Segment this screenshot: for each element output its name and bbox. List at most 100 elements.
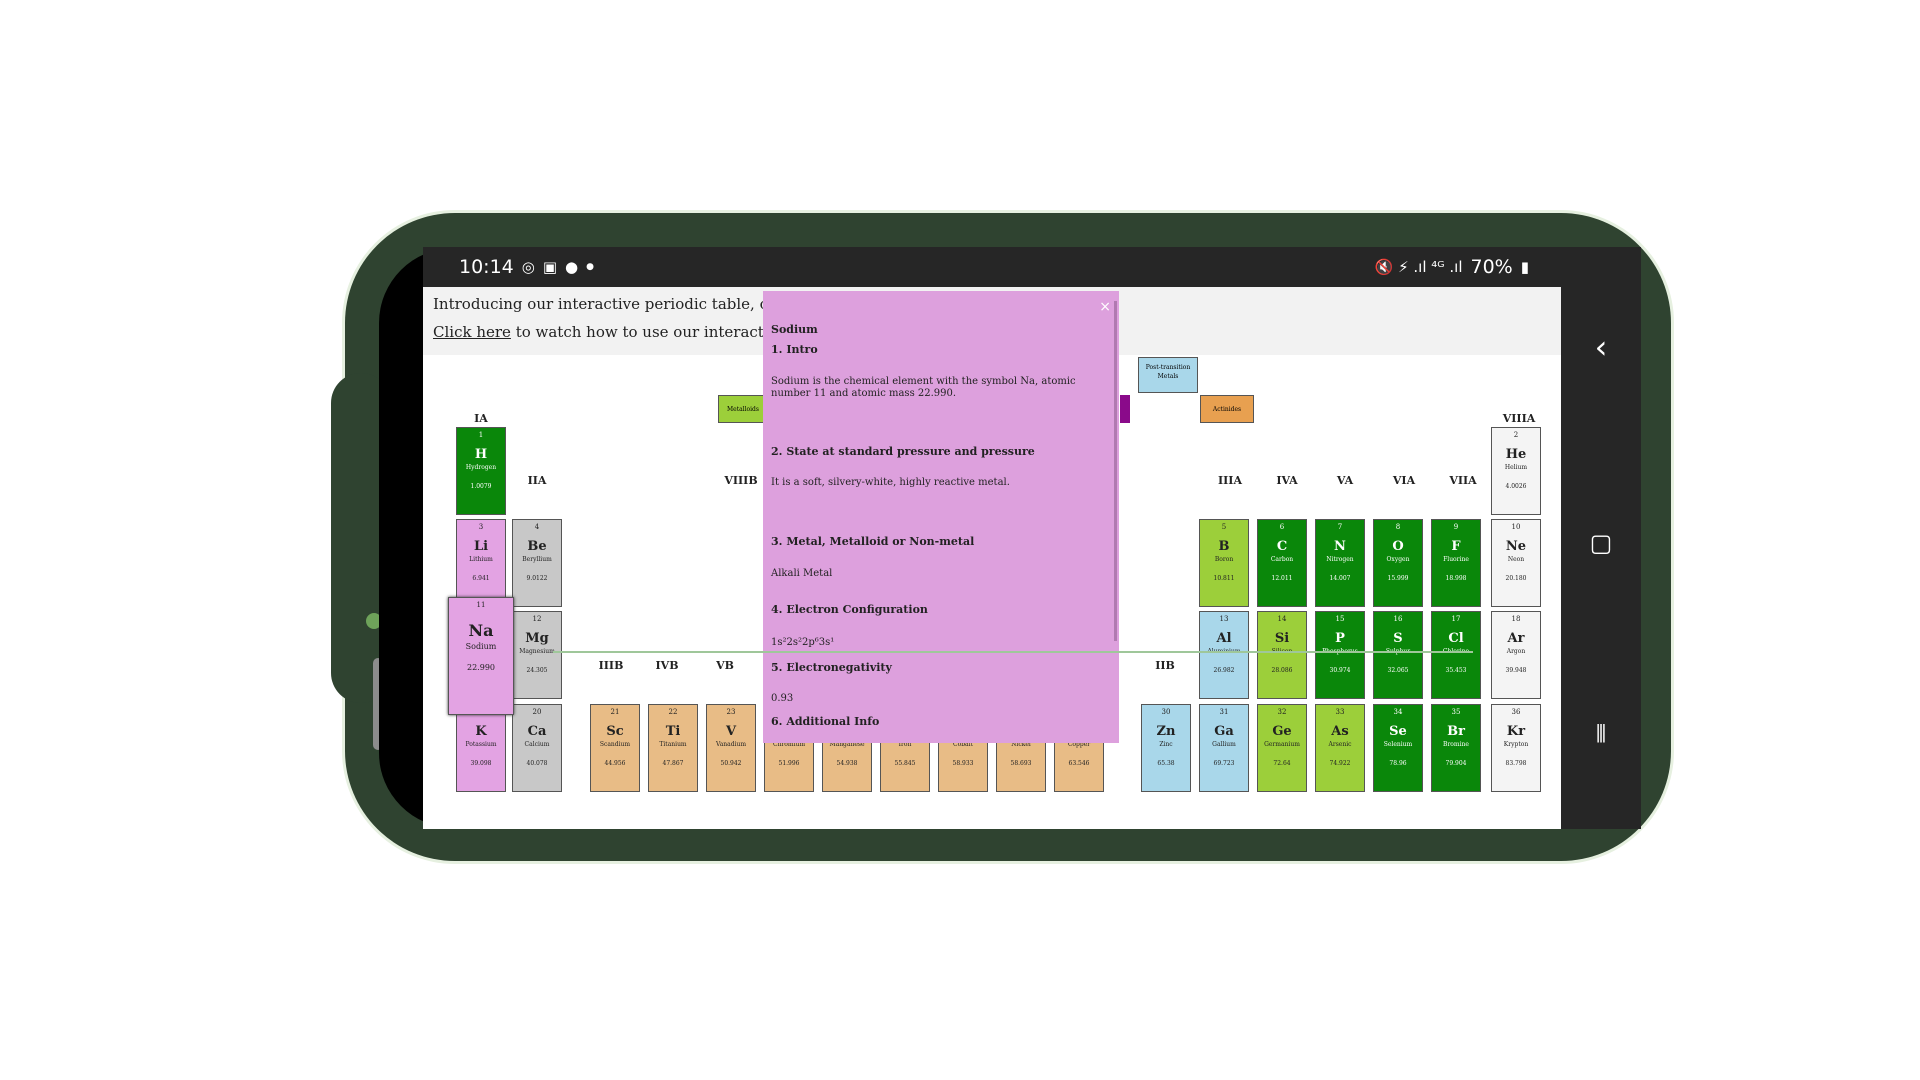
element-mass: 14.007 xyxy=(1329,575,1351,582)
element-number: 6 xyxy=(1279,523,1285,531)
element-cell-si[interactable]: 14SiSilicon28.086 xyxy=(1257,611,1307,699)
element-name: Potassium xyxy=(465,741,497,748)
message-icon: ● xyxy=(565,258,579,276)
group-label: IIA xyxy=(527,474,547,487)
element-cell-h[interactable]: 1 H Hydrogen 1.0079 xyxy=(456,427,506,515)
group-label: IIB xyxy=(1155,659,1175,672)
group-label: IA xyxy=(474,412,488,425)
element-symbol: V xyxy=(725,724,737,739)
legend-actinide[interactable]: Actinides xyxy=(1200,395,1254,423)
element-cell-b[interactable]: 5 B Boron 10.811 xyxy=(1199,519,1249,607)
element-cell-br[interactable]: 35 Br Bromine 79.904 xyxy=(1431,704,1481,792)
close-icon[interactable]: × xyxy=(1099,299,1111,315)
element-number: 13 xyxy=(1219,615,1229,623)
popup-scrollbar[interactable] xyxy=(1114,301,1117,641)
element-cell-na-selected[interactable]: 11 Na Sodium 22.990 xyxy=(448,597,514,715)
home-icon[interactable]: ▢ xyxy=(1590,529,1613,557)
legend-post[interactable]: Post-transition Metals xyxy=(1138,357,1198,393)
element-cell-ga[interactable]: 31 Ga Gallium 69.723 xyxy=(1199,704,1249,792)
element-mass: 40.078 xyxy=(526,760,548,767)
element-cell-ar[interactable]: 18 Ar Argon 39.948 xyxy=(1491,611,1541,699)
element-mass: 78.96 xyxy=(1389,760,1407,767)
selected-element-name: Sodium xyxy=(465,642,497,651)
element-cell-ne[interactable]: 10 Ne Neon 20.180 xyxy=(1491,519,1541,607)
element-mass: 15.999 xyxy=(1387,575,1409,582)
element-number: 10 xyxy=(1511,523,1521,531)
dot-icon: ● xyxy=(586,262,594,272)
element-symbol: Br xyxy=(1447,724,1465,739)
element-mass: 12.011 xyxy=(1271,575,1293,582)
element-name: Krypton xyxy=(1503,741,1529,748)
element-name: Gallium xyxy=(1212,741,1236,748)
element-symbol: N xyxy=(1334,539,1346,554)
element-cell-n[interactable]: 7 N Nitrogen 14.007 xyxy=(1315,519,1365,607)
element-name: Germanium xyxy=(1264,741,1300,748)
element-cell-s[interactable]: 16SSulphur32.065 xyxy=(1373,611,1423,699)
element-cell-ca[interactable]: 20 Ca Calcium 40.078 xyxy=(512,704,562,792)
element-cell-li[interactable]: 3 Li Lithium 6.941 xyxy=(456,519,506,607)
element-cell-p[interactable]: 15PPhosphorus30.974 xyxy=(1315,611,1365,699)
element-number: 36 xyxy=(1511,708,1521,716)
element-name: Calcium xyxy=(524,741,550,748)
section-intro-heading: 1. Intro xyxy=(771,343,818,356)
element-number: 1 xyxy=(478,431,484,439)
element-cell-se[interactable]: 34 Se Selenium 78.96 xyxy=(1373,704,1423,792)
element-symbol: Al xyxy=(1216,631,1232,646)
element-cell-kr[interactable]: 36 Kr Krypton 83.798 xyxy=(1491,704,1541,792)
clock: 10:14 xyxy=(459,256,514,278)
element-cell-be[interactable]: 4 Be Beryllium 9.0122 xyxy=(512,519,562,607)
element-symbol: C xyxy=(1276,539,1288,554)
element-cell-o[interactable]: 8 O Oxygen 15.999 xyxy=(1373,519,1423,607)
element-symbol: As xyxy=(1331,724,1349,739)
element-name: Neon xyxy=(1507,556,1525,563)
element-cell-zn[interactable]: 30 Zn Zinc 65.38 xyxy=(1141,704,1191,792)
element-mass: 65.38 xyxy=(1157,760,1175,767)
click-here-link[interactable]: Click here xyxy=(433,323,511,341)
element-mass: 4.0026 xyxy=(1505,483,1527,490)
element-cell-ti[interactable]: 22 Ti Titanium 47.867 xyxy=(648,704,698,792)
group-label: IVA xyxy=(1276,474,1298,487)
element-cell-c[interactable]: 6 C Carbon 12.011 xyxy=(1257,519,1307,607)
legend-metalloid[interactable]: Metalloids xyxy=(718,395,768,423)
element-cell-cl[interactable]: 17ClChlorine35.453 xyxy=(1431,611,1481,699)
group-label: VIIIB xyxy=(724,474,758,487)
element-mass: 9.0122 xyxy=(526,575,548,582)
element-symbol: Li xyxy=(473,539,489,554)
status-bar: 10:14 ◎ ▣ ● ● 🔇 ⚡ .ıl ⁴ᴳ .ıl 70% ▮ xyxy=(423,247,1561,287)
element-number: 5 xyxy=(1221,523,1227,531)
element-mass: 72.64 xyxy=(1273,760,1291,767)
legend-lanthanide-swatch[interactable] xyxy=(1120,395,1130,423)
element-symbol: Zn xyxy=(1156,724,1176,739)
element-mass: 50.942 xyxy=(720,760,742,767)
element-number: 15 xyxy=(1335,615,1345,623)
element-mass: 6.941 xyxy=(472,575,490,582)
element-cell-ge[interactable]: 32 Ge Germanium 72.64 xyxy=(1257,704,1307,792)
element-cell-f[interactable]: 9 F Fluorine 18.998 xyxy=(1431,519,1481,607)
element-cell-al[interactable]: 13AlAluminium26.982 xyxy=(1199,611,1249,699)
element-cell-mg[interactable]: 12 Mg Magnesium 24.305 xyxy=(512,611,562,699)
element-name: Beryllium xyxy=(522,556,552,563)
element-name: Argon xyxy=(1506,648,1526,655)
element-cell-k[interactable]: 19KPotassium39.098 xyxy=(456,704,506,792)
element-cell-sc[interactable]: 21 Sc Scandium 44.956 xyxy=(590,704,640,792)
element-symbol: Ca xyxy=(527,724,547,739)
section-config-text: 1s²2s²2p⁶3s¹ xyxy=(771,637,835,648)
element-symbol: Ar xyxy=(1507,631,1525,646)
element-mass: 20.180 xyxy=(1505,575,1527,582)
element-number: 12 xyxy=(532,615,542,623)
element-cell-as[interactable]: 33 As Arsenic 74.922 xyxy=(1315,704,1365,792)
element-number: 35 xyxy=(1451,708,1461,716)
element-name: Nitrogen xyxy=(1326,556,1354,563)
back-icon[interactable]: ‹ xyxy=(1595,328,1608,366)
element-cell-he[interactable]: 2 He Helium 4.0026 xyxy=(1491,427,1541,515)
element-number: 2 xyxy=(1513,431,1519,439)
element-cell-v[interactable]: 23 V Vanadium 50.942 xyxy=(706,704,756,792)
element-mass: 10.811 xyxy=(1213,575,1235,582)
section-config-heading: 4. Electron Configuration xyxy=(771,603,928,616)
android-nav-bar: ‹ ▢ ⦀ xyxy=(1561,247,1641,829)
element-symbol: Sc xyxy=(606,724,624,739)
element-symbol: S xyxy=(1393,631,1403,646)
element-mass: 35.453 xyxy=(1445,667,1467,674)
recents-icon[interactable]: ⦀ xyxy=(1596,720,1607,748)
popup-title: Sodium xyxy=(771,323,818,336)
